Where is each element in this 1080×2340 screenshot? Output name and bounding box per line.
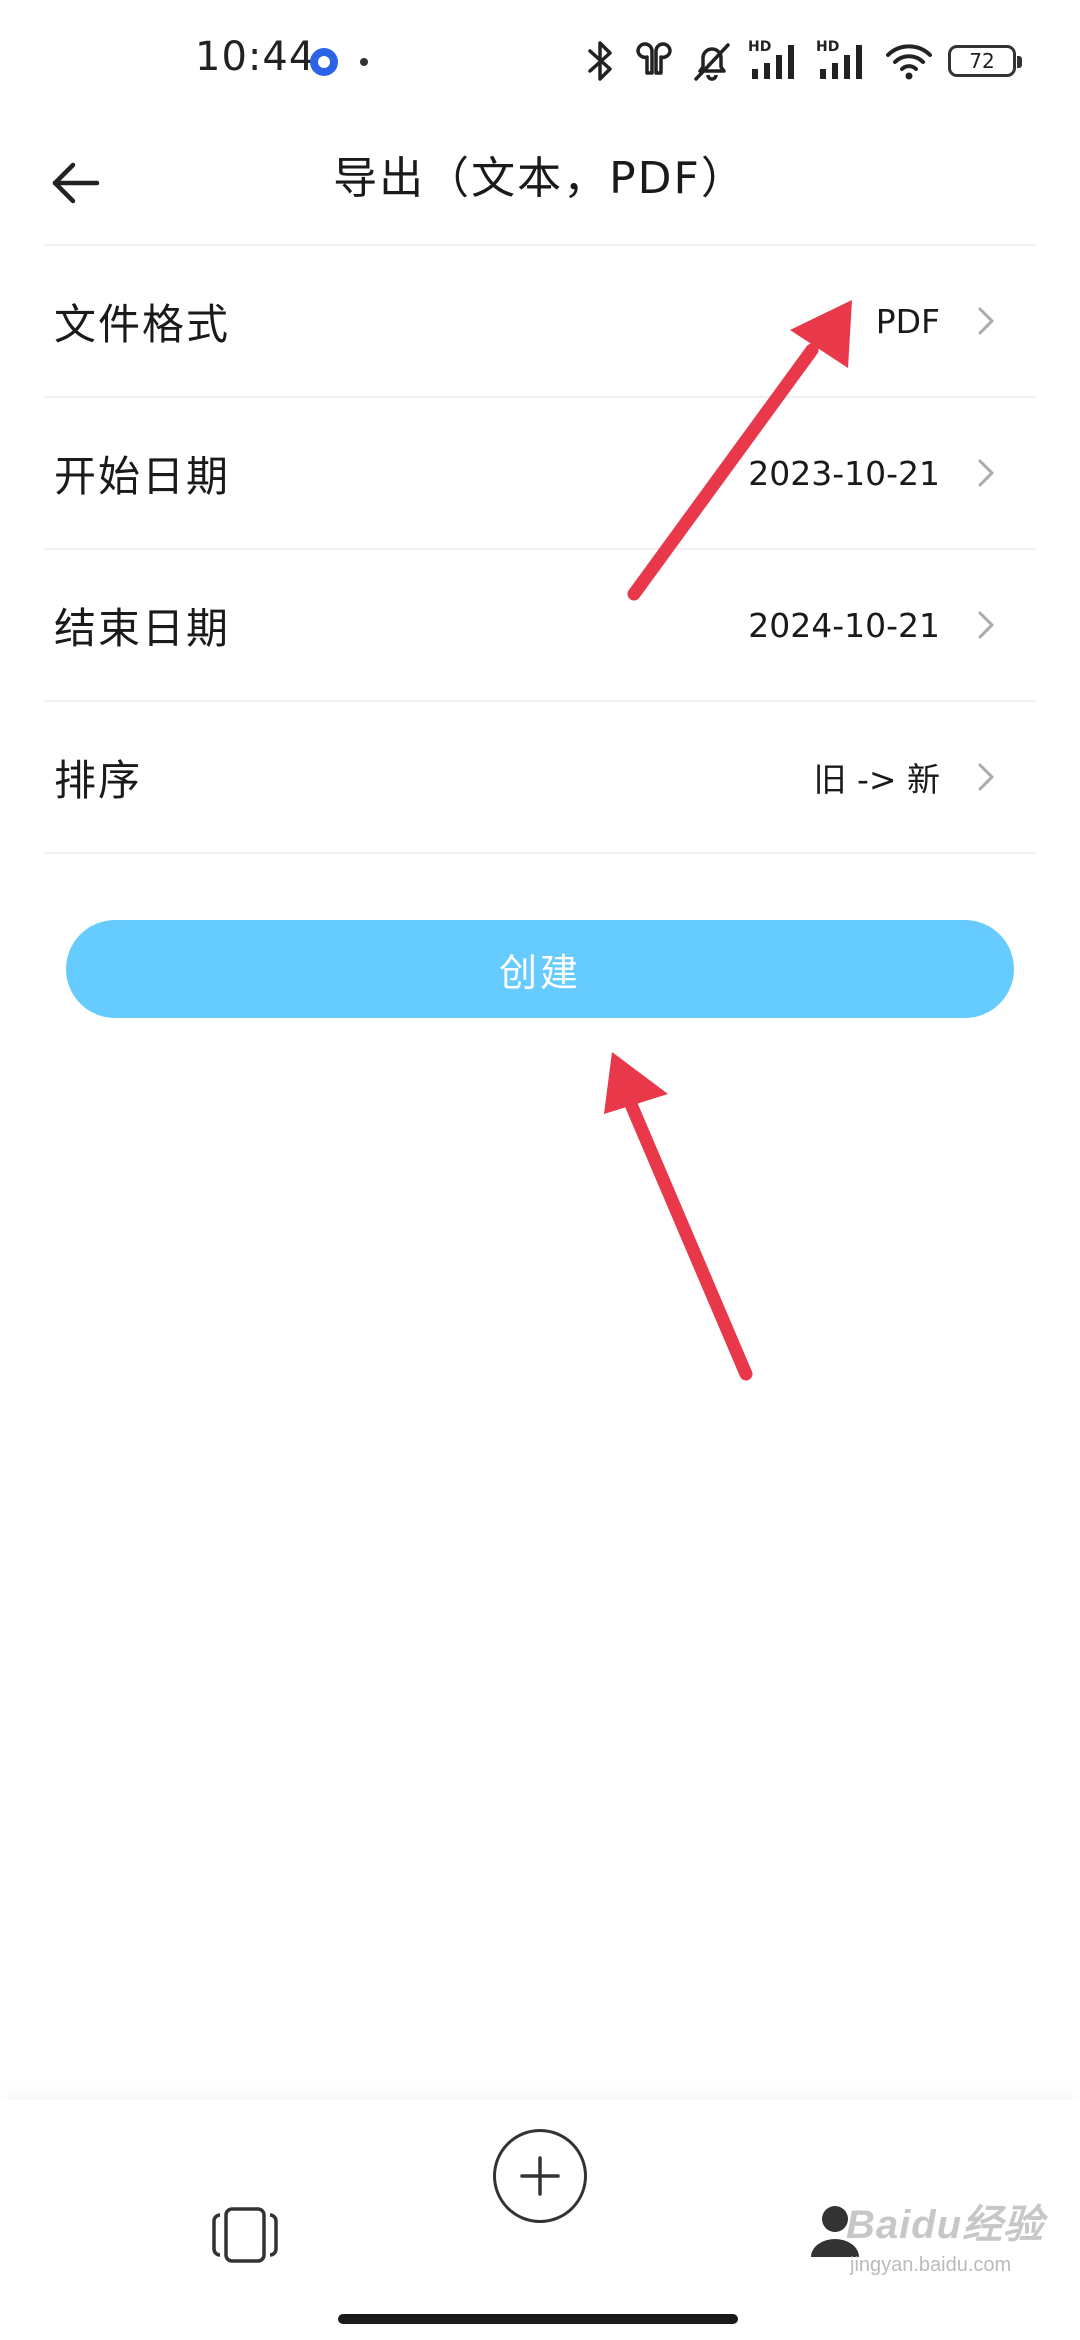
file-format-row[interactable]: 文件格式 PDF <box>44 246 1036 398</box>
mute-bell-icon <box>694 43 730 81</box>
setting-value: 2024-10-21 <box>748 605 940 645</box>
setting-label: 排序 <box>54 755 143 805</box>
sort-order-row[interactable]: 排序 旧 -> 新 <box>44 702 1036 854</box>
hd-signal-icon: HD <box>816 39 870 83</box>
plus-icon <box>520 2156 560 2196</box>
setting-value: 2023-10-21 <box>748 453 940 493</box>
battery-icon: 72 <box>948 45 1022 77</box>
setting-label: 文件格式 <box>54 299 231 349</box>
wifi-icon <box>886 44 932 80</box>
battery-level: 72 <box>969 49 995 73</box>
bottom-navigation <box>0 2100 1080 2340</box>
status-icons: HD HD 72 <box>584 36 1022 86</box>
setting-value: PDF <box>875 301 940 341</box>
setting-label: 开始日期 <box>54 451 231 501</box>
chevron-right-icon <box>966 301 1006 341</box>
header: 导出（文本，PDF） <box>0 120 1080 244</box>
home-indicator[interactable] <box>338 2314 738 2324</box>
create-button[interactable]: 创建 <box>66 920 1014 1018</box>
page-title: 导出（文本，PDF） <box>333 153 747 204</box>
chevron-right-icon <box>966 605 1006 645</box>
start-date-row[interactable]: 开始日期 2023-10-21 <box>44 398 1036 550</box>
status-time: 10:44 <box>195 34 316 80</box>
end-date-row[interactable]: 结束日期 2024-10-21 <box>44 550 1036 702</box>
annotation-arrow-icon <box>604 1052 753 1381</box>
profile-icon <box>811 2206 859 2257</box>
nav-cards-button[interactable] <box>200 2190 290 2280</box>
more-notifications-dot-icon <box>360 58 368 66</box>
export-settings-list: 文件格式 PDF 开始日期 2023-10-21 结束日期 2024-10-21… <box>44 244 1036 854</box>
bluetooth-icon <box>588 41 612 81</box>
setting-label: 结束日期 <box>54 603 231 653</box>
nav-profile-button[interactable] <box>790 2186 880 2276</box>
chevron-right-icon <box>966 453 1006 493</box>
nav-add-button[interactable] <box>490 2126 590 2226</box>
hd-signal-icon: HD <box>748 39 802 83</box>
cards-icon <box>212 2207 278 2263</box>
status-bar: 10:44 HD HD 72 <box>0 0 1080 120</box>
app-notification-icon <box>310 48 338 76</box>
setting-value: 旧 -> 新 <box>813 760 940 799</box>
chevron-right-icon <box>966 757 1006 797</box>
earbuds-icon <box>636 42 672 75</box>
add-circle <box>493 2129 587 2223</box>
